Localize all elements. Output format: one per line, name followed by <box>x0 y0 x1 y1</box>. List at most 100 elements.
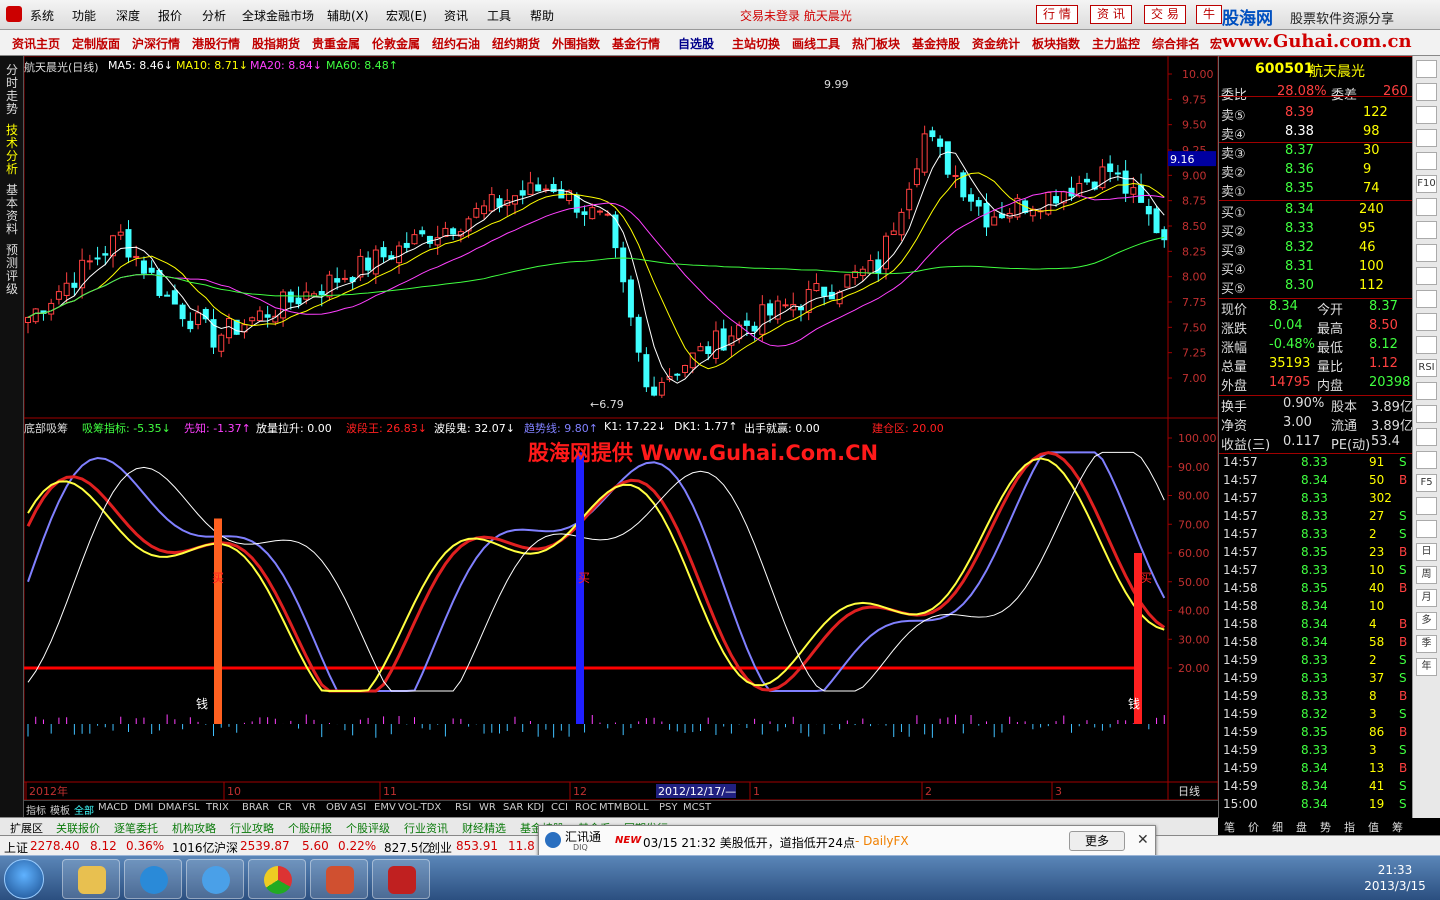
detail-tab[interactable]: 值 <box>1368 819 1379 835</box>
detail-tab[interactable]: 筹 <box>1392 819 1403 835</box>
toolbar-button[interactable]: 月 <box>1416 589 1437 607</box>
toolbar-button[interactable] <box>1416 428 1437 446</box>
toolbar-button[interactable]: RSI <box>1416 359 1437 377</box>
indicator-tab[interactable]: 全部 <box>74 802 94 817</box>
nav-item[interactable]: 热门板块 <box>852 35 900 52</box>
news-close-icon[interactable]: ✕ <box>1137 832 1149 848</box>
toolbar-button[interactable] <box>1416 152 1437 170</box>
toolbar-button[interactable] <box>1416 267 1437 285</box>
toolbar-button[interactable] <box>1416 405 1437 423</box>
toolbar-button[interactable] <box>1416 520 1437 538</box>
nav-item[interactable]: 基金持股 <box>912 35 960 52</box>
nav-item[interactable]: 纽约石油 <box>432 35 480 52</box>
trade-button[interactable]: 交 易 <box>1144 5 1186 24</box>
indicator-tab[interactable]: RSI <box>455 802 471 813</box>
ext-item[interactable]: 行业资讯 <box>404 820 448 836</box>
detail-tab[interactable]: 势 <box>1320 819 1331 835</box>
indicator-tab[interactable]: MCST <box>683 802 711 813</box>
nav-item[interactable]: 纽约期货 <box>492 35 540 52</box>
menu-assist[interactable]: 辅助(X) <box>327 7 369 24</box>
nav-item[interactable]: 沪深行情 <box>132 35 180 52</box>
nav-item[interactable]: 综合排名 <box>1152 35 1200 52</box>
toolbar-button[interactable] <box>1416 336 1437 354</box>
detail-tab[interactable]: 细 <box>1272 819 1283 835</box>
nav-item-watchlist[interactable]: 自选股 <box>678 35 714 52</box>
indicator-tab[interactable]: VR <box>302 802 316 813</box>
menu-analysis[interactable]: 分析 <box>202 7 226 24</box>
toolbar-button[interactable]: 年 <box>1416 658 1437 676</box>
nav-item[interactable]: 板块指数 <box>1032 35 1080 52</box>
toolbar-button[interactable]: 周 <box>1416 566 1437 584</box>
detail-tab[interactable]: 笔 <box>1224 819 1235 835</box>
nav-item[interactable]: 资讯主页 <box>12 35 60 52</box>
toolbar-button[interactable]: 季 <box>1416 635 1437 653</box>
indicator-tab[interactable]: DMA <box>158 802 181 813</box>
toolbar-button[interactable] <box>1416 83 1437 101</box>
menu-macro[interactable]: 宏观(E) <box>386 7 427 24</box>
indicator-tab[interactable]: CCI <box>551 802 568 813</box>
taskbar-chrome[interactable] <box>248 859 306 899</box>
ext-item[interactable]: 关联报价 <box>56 820 100 836</box>
indicator-tab[interactable]: VOL-TDX <box>398 802 441 813</box>
start-button[interactable] <box>4 859 44 899</box>
toolbar-button[interactable] <box>1416 313 1437 331</box>
menu-quote[interactable]: 报价 <box>158 7 182 24</box>
toolbar-button[interactable] <box>1416 221 1437 239</box>
ext-item[interactable]: 逐笔委托 <box>114 820 158 836</box>
detail-tab[interactable]: 价 <box>1248 819 1259 835</box>
nav-item[interactable]: 基金行情 <box>612 35 660 52</box>
taskbar-qq[interactable] <box>310 859 368 899</box>
toolbar-button[interactable] <box>1416 198 1437 216</box>
indicator-tab[interactable]: DMI <box>134 802 153 813</box>
tab-intraday[interactable]: 分时走势 <box>6 64 20 116</box>
toolbar-button[interactable] <box>1416 244 1437 262</box>
taskbar-app[interactable] <box>186 859 244 899</box>
indicator-tab[interactable]: BOLL <box>623 802 649 813</box>
tab-forecast[interactable]: 预测评级 <box>6 244 20 296</box>
bull-button[interactable]: 牛 <box>1196 5 1223 24</box>
indicator-tab[interactable]: MTM <box>599 802 622 813</box>
nav-item[interactable]: 资金统计 <box>972 35 1020 52</box>
toolbar-button[interactable]: F10 <box>1416 175 1437 193</box>
indicator-tab[interactable]: PSY <box>659 802 678 813</box>
toolbar-button[interactable]: F5 <box>1416 474 1437 492</box>
indicator-tab[interactable]: 指标 <box>26 802 46 817</box>
nav-item[interactable]: 主力监控 <box>1092 35 1140 52</box>
indicator-tab[interactable]: FSL <box>182 802 200 813</box>
nav-item[interactable]: 主站切换 <box>732 35 780 52</box>
indicator-tab[interactable]: MACD <box>98 802 128 813</box>
quote-button[interactable]: 行 情 <box>1036 5 1078 24</box>
taskbar-explorer[interactable] <box>62 859 120 899</box>
indicator-tab[interactable]: BRAR <box>242 802 269 813</box>
nav-item[interactable]: 伦敦金属 <box>372 35 420 52</box>
nav-item[interactable]: 定制版面 <box>72 35 120 52</box>
nav-item[interactable]: 宏 <box>1210 35 1222 52</box>
taskbar-ie[interactable] <box>124 859 182 899</box>
indicator-tab[interactable]: ASI <box>350 802 366 813</box>
indicator-tab[interactable]: CR <box>278 802 292 813</box>
tab-technical[interactable]: 技术分析 <box>6 124 20 176</box>
menu-system[interactable]: 系统 <box>30 7 54 24</box>
indicator-tab[interactable]: 模板 <box>50 802 70 817</box>
nav-item[interactable]: 外围指数 <box>552 35 600 52</box>
ext-item[interactable]: 扩展区 <box>10 820 43 836</box>
menu-tools[interactable]: 工具 <box>487 7 511 24</box>
ext-item[interactable]: 个股评级 <box>346 820 390 836</box>
menu-help[interactable]: 帮助 <box>530 7 554 24</box>
indicator-tab[interactable]: KDJ <box>527 802 544 813</box>
indicator-tab[interactable]: WR <box>479 802 496 813</box>
indicator-tab[interactable]: TRIX <box>206 802 229 813</box>
toolbar-button[interactable] <box>1416 451 1437 469</box>
toolbar-button[interactable] <box>1416 497 1437 515</box>
news-button[interactable]: 资 讯 <box>1090 5 1132 24</box>
taskbar-stock-app[interactable] <box>372 859 430 899</box>
detail-tab[interactable]: 盘 <box>1296 819 1307 835</box>
nav-item[interactable]: 画线工具 <box>792 35 840 52</box>
menu-function[interactable]: 功能 <box>72 7 96 24</box>
tab-fundamental[interactable]: 基本资料 <box>6 184 20 236</box>
news-more-button[interactable]: 更多 <box>1069 831 1125 851</box>
ext-item[interactable]: 行业攻略 <box>230 820 274 836</box>
indicator-tab[interactable]: ROC <box>575 802 597 813</box>
toolbar-button[interactable] <box>1416 290 1437 308</box>
toolbar-button[interactable] <box>1416 382 1437 400</box>
